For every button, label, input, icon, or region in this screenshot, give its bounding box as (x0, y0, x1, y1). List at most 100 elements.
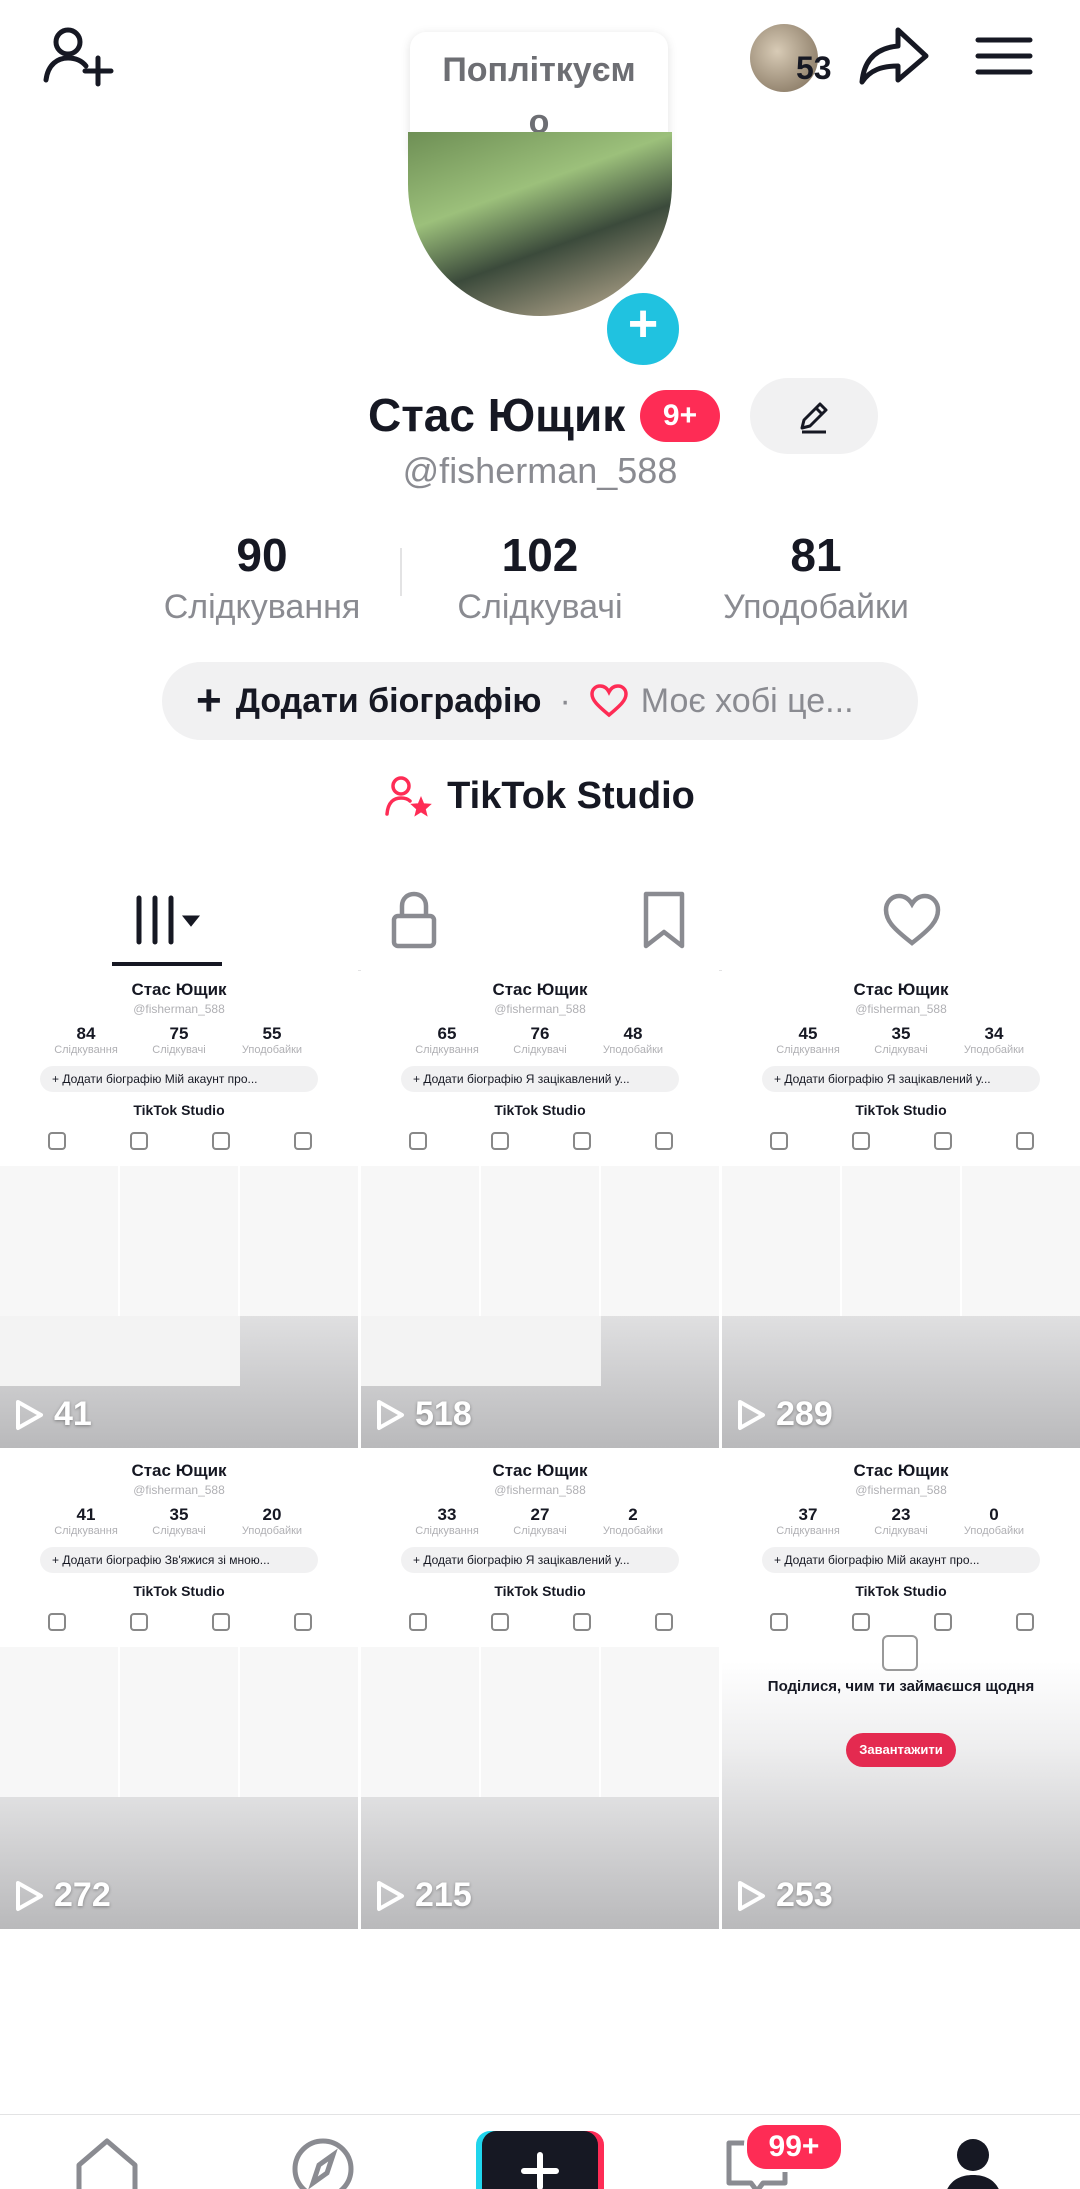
thumbnail-mini-grid (361, 1166, 719, 1316)
thumbnail-stat-value: 37 (798, 1505, 818, 1524)
create-icon (521, 2152, 559, 2189)
video-thumbnail[interactable]: Стас Ющик @fisherman_588 84 Слідкування 75 Сл… (0, 970, 358, 1448)
thumbnail-tab-icon (294, 1132, 312, 1150)
tiktok-studio-link[interactable]: TikTok Studio (0, 774, 1080, 818)
view-count-value: 253 (776, 1876, 833, 1914)
add-friend-icon[interactable] (40, 18, 116, 94)
add-bio-label: Додати біографію (235, 681, 542, 720)
video-thumbnail[interactable]: Стас Ющик @fisherman_588 45 Слідкування 35 Сл… (722, 970, 1080, 1448)
thumbnail-bio-pill: + Додати біографію Мій акаунт про... (762, 1547, 1040, 1573)
thumbnail-tab-icon (491, 1613, 509, 1631)
thumbnail-mini-grid-row (361, 1316, 601, 1386)
thumbnail-name: Стас Ющик (853, 1461, 949, 1480)
thumbnail-mini-grid (361, 1647, 719, 1797)
tab-liked[interactable] (852, 880, 972, 960)
thumbnail-stat: 76 Слідкувачі (495, 1024, 585, 1056)
thumbnail-stat: 84 Слідкування (41, 1024, 131, 1056)
thumbnail-tab-icon (212, 1613, 230, 1631)
video-thumbnail[interactable]: Стас Ющик @fisherman_588 33 Слідкування 27 Сл… (361, 1451, 719, 1929)
thumbnail-stat: 20 Уподобайки (227, 1505, 317, 1537)
stat-followers[interactable]: 102 Слідкувачі (410, 528, 670, 627)
thumbnail-tabs (0, 1132, 358, 1154)
home-icon (76, 2138, 138, 2189)
thumbnail-empty-text: Поділися, чим ти займаєшся щодня (767, 1678, 1035, 1695)
stat-following[interactable]: 90 Слідкування (132, 528, 392, 627)
name-badge[interactable]: 9+ (640, 390, 720, 442)
thumbnail-stat: 2 Уподобайки (588, 1505, 678, 1537)
thumbnail-stat-value: 23 (891, 1505, 911, 1524)
stat-divider (400, 548, 402, 596)
stat-likes-label: Уподобайки (723, 588, 909, 626)
tab-private[interactable] (354, 880, 474, 960)
view-count: 253 (736, 1876, 833, 1915)
username: @fisherman_588 (402, 450, 678, 491)
thumbnail-stat-label: Слідкування (415, 1525, 479, 1537)
share-icon[interactable] (856, 18, 932, 94)
thumbnail-handle: @fisherman_588 (133, 1483, 225, 1497)
thumbnail-tab-icon (130, 1132, 148, 1150)
nav-discover[interactable] (278, 2129, 368, 2189)
tab-favorites[interactable] (604, 880, 724, 960)
thumbnail-tab-icon (491, 1132, 509, 1150)
thumbnail-bio-pill: + Додати біографію Я зацікавлений у... (401, 1066, 679, 1092)
play-icon (377, 1399, 404, 1430)
thumbnail-stat-label: Уподобайки (963, 1044, 1025, 1056)
stat-following-value: 90 (236, 529, 288, 581)
thumbnail-mini-grid (722, 1166, 1080, 1316)
video-thumbnail[interactable]: Стас Ющик @fisherman_588 41 Слідкування 35 Сл… (0, 1451, 358, 1929)
thumbnail-studio: TikTok Studio (133, 1102, 225, 1118)
view-count: 289 (736, 1395, 833, 1434)
thumbnail-stat-label: Слідкувачі (513, 1044, 567, 1056)
nav-home[interactable] (62, 2129, 152, 2189)
video-thumbnail[interactable]: Стас Ющик @fisherman_588 37 Слідкування 23 Сл… (722, 1451, 1080, 1929)
create-button[interactable] (482, 2131, 598, 2189)
view-count-value: 518 (415, 1395, 472, 1433)
thumbnail-stat-value: 35 (891, 1024, 911, 1043)
thumbnail-stat-value: 55 (262, 1024, 282, 1043)
tab-videos[interactable] (110, 880, 230, 960)
thumbnail-tab-icon (1016, 1132, 1034, 1150)
thumbnail-tab-icon (770, 1613, 788, 1631)
nav-profile[interactable] (928, 2129, 1018, 2189)
play-icon (738, 1399, 765, 1430)
thumbnail-stat-value: 41 (76, 1505, 96, 1524)
lock-icon (391, 891, 437, 949)
bottom-navigation (0, 2114, 1080, 2189)
thumbnail-stat-value: 0 (989, 1505, 999, 1524)
thumbnail-tab-icon (934, 1613, 952, 1631)
profile-tabs (0, 870, 1080, 971)
thumbnail-stat-value: 27 (530, 1505, 550, 1524)
thumbnail-stat-value: 35 (169, 1505, 189, 1524)
add-avatar-button[interactable]: + (602, 288, 684, 370)
thumbnail-name: Стас Ющик (131, 980, 227, 999)
discover-icon (292, 2138, 354, 2189)
thumbnail-stat-label: Уподобайки (241, 1525, 303, 1537)
thumbnail-mini-grid (0, 1166, 358, 1316)
thumbnail-stat: 34 Уподобайки (949, 1024, 1039, 1056)
thumbnail-stat-value: 48 (623, 1024, 643, 1043)
thumbnail-stat: 65 Слідкування (402, 1024, 492, 1056)
thumbnail-handle: @fisherman_588 (494, 1483, 586, 1497)
thumbnail-stat-label: Уподобайки (602, 1525, 664, 1537)
thumbnail-stat-label: Слідкування (776, 1044, 840, 1056)
add-bio-button[interactable]: + Додати біографію · Моє хобі це... (162, 662, 918, 740)
play-icon (16, 1880, 43, 1911)
play-icon (738, 1880, 765, 1911)
view-count-value: 289 (776, 1395, 833, 1433)
stat-likes[interactable]: 81 Уподобайки (686, 528, 946, 627)
thumbnail-bio-pill: + Додати біографію Мій акаунт про... (40, 1066, 318, 1092)
thumbnail-stat: 33 Слідкування (402, 1505, 492, 1537)
thumbnail-tabs (361, 1132, 719, 1154)
video-thumbnail[interactable]: Стас Ющик @fisherman_588 65 Слідкування 76 Сл… (361, 970, 719, 1448)
thumbnail-stat-label: Слідкувачі (152, 1525, 206, 1537)
menu-icon[interactable] (966, 18, 1042, 94)
view-count-value: 272 (54, 1876, 111, 1914)
thumbnail-studio: TikTok Studio (855, 1102, 947, 1118)
thumbnail-stat-label: Слідкування (415, 1044, 479, 1056)
edit-profile-button[interactable] (750, 378, 878, 454)
active-tab-indicator (112, 962, 222, 966)
thumbnail-stat-label: Слідкувачі (152, 1044, 206, 1056)
thumbnail-tabs (722, 1613, 1080, 1635)
videos-grid-icon (136, 895, 201, 945)
thumbnail-tab-icon (573, 1132, 591, 1150)
